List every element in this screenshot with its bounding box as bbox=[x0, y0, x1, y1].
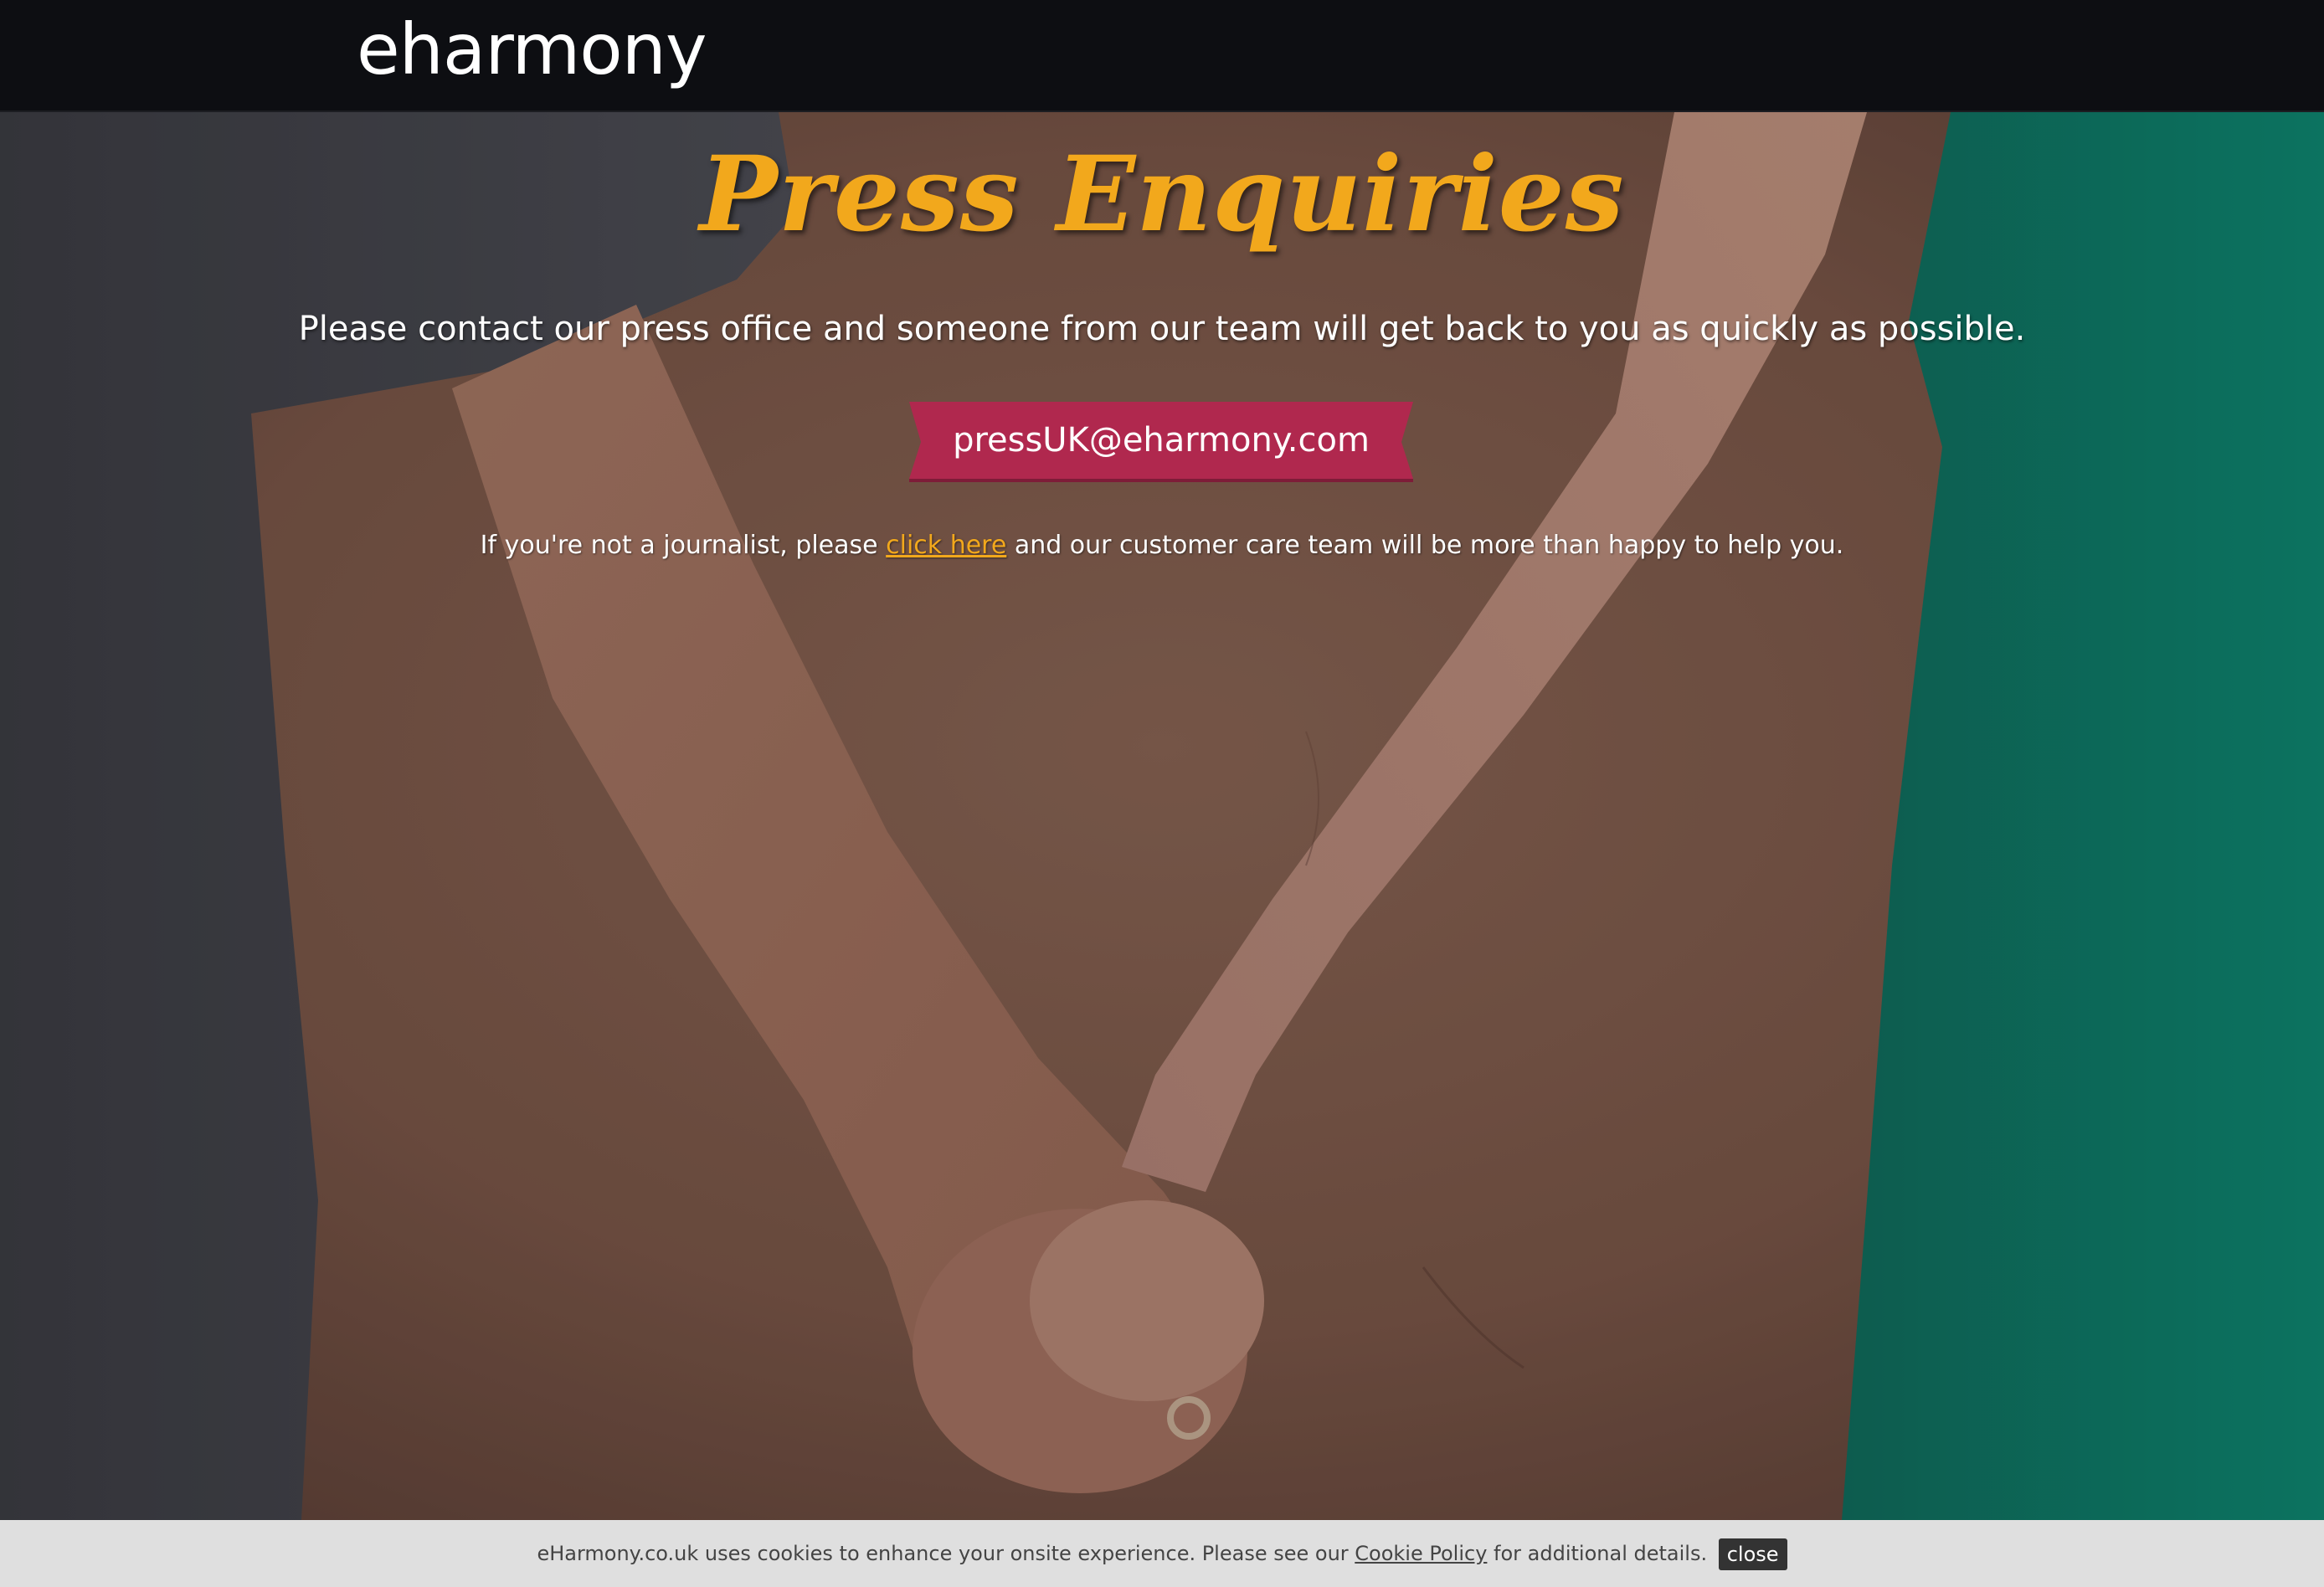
press-email-button[interactable]: pressUK@eharmony.com bbox=[909, 398, 1413, 482]
cookie-banner: eHarmony.co.uk uses cookies to enhance y… bbox=[0, 1520, 2324, 1587]
click-here-link[interactable]: click here bbox=[886, 531, 1006, 560]
cookie-policy-link[interactable]: Cookie Policy bbox=[1355, 1542, 1487, 1565]
note-text-after: and our customer care team will be more … bbox=[1006, 531, 1844, 560]
press-email-label: pressUK@eharmony.com bbox=[953, 421, 1370, 460]
note-text-before: If you're not a journalist, please bbox=[480, 531, 887, 560]
non-journalist-note: If you're not a journalist, please click… bbox=[0, 531, 2324, 560]
press-intro-text: Please contact our press office and some… bbox=[298, 310, 2026, 348]
page-title: Press Enquiries bbox=[699, 134, 1625, 255]
cookie-text-before: eHarmony.co.uk uses cookies to enhance y… bbox=[537, 1542, 1355, 1565]
top-header: eharmony bbox=[0, 0, 2324, 112]
cookie-text-after: for additional details. bbox=[1487, 1542, 1708, 1565]
cookie-close-button[interactable]: close bbox=[1718, 1538, 1787, 1570]
eharmony-logo[interactable]: eharmony bbox=[357, 3, 707, 95]
